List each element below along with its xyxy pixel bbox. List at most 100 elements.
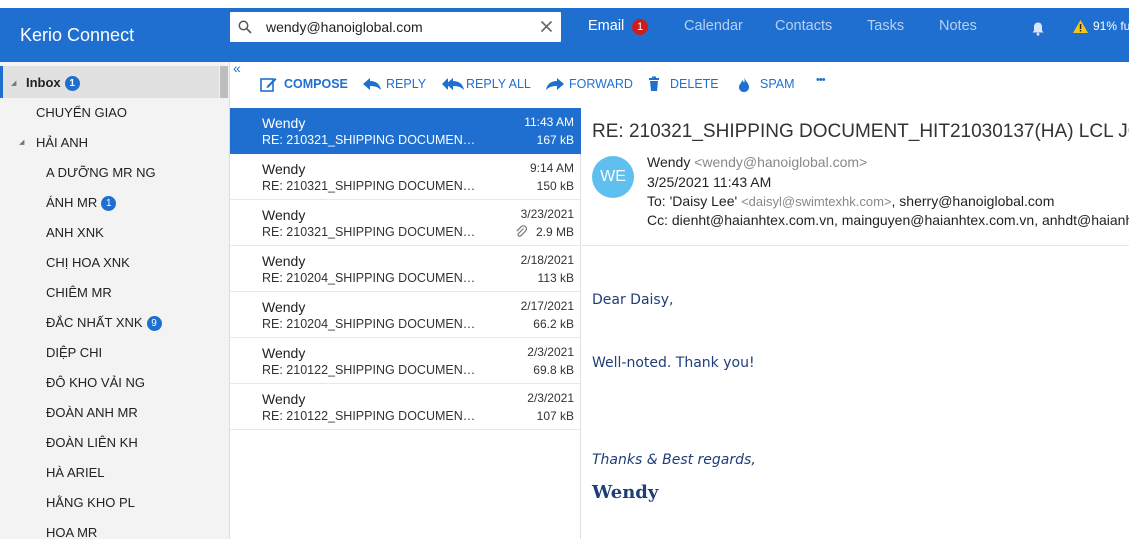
- sidebar-item-hang-kho-pl[interactable]: HẰNG KHO PL: [46, 495, 135, 510]
- body-greeting: Dear Daisy,: [592, 292, 674, 308]
- header-divider: [582, 245, 1129, 246]
- message-subject: RE: 210321_SHIPPING DOCUMENT_HIT21030137…: [262, 225, 477, 239]
- to-recipient-email[interactable]: <daisyl@swimtexhk.com>: [741, 194, 891, 209]
- message-row[interactable]: Wendy RE: 210122_SHIPPING DOCUMENT_HIT21…: [230, 338, 581, 384]
- spam-button[interactable]: SPAM: [739, 77, 795, 92]
- to-recipient[interactable]: To: 'Daisy Lee': [647, 193, 737, 209]
- sidebar-item-chuyen-giao[interactable]: CHUYỂN GIAO: [36, 105, 127, 120]
- message-sender: Wendy: [262, 391, 306, 407]
- spam-label: SPAM: [760, 77, 795, 91]
- message-sender: Wendy: [262, 115, 306, 131]
- message-size: 167 kB: [536, 133, 574, 147]
- message-sender: Wendy: [262, 345, 306, 361]
- reply-all-label: REPLY ALL: [466, 77, 531, 91]
- tab-calendar[interactable]: Calendar: [684, 18, 743, 34]
- app-title: Kerio Connect: [20, 25, 135, 45]
- message-row[interactable]: Wendy RE: 210122_SHIPPING DOCUMENT_HIT21…: [230, 384, 581, 430]
- sidebar-item-hai-anh[interactable]: HẢI ANH: [36, 135, 88, 150]
- sender-name[interactable]: Wendy: [647, 154, 690, 170]
- sidebar-item-inbox-label[interactable]: Inbox 1: [26, 75, 80, 91]
- delete-button[interactable]: DELETE: [649, 76, 719, 91]
- sidebar-item-dac-nhat-xnk[interactable]: ĐẮC NHẤT XNK 9: [46, 315, 162, 331]
- tab-email[interactable]: Email: [588, 18, 624, 34]
- tab-tasks[interactable]: Tasks: [867, 18, 904, 34]
- message-list: Wendy RE: 210321_SHIPPING DOCUMENT_HIT21…: [230, 108, 581, 539]
- message-sender: Wendy: [262, 207, 306, 223]
- sender-line: Wendy <wendy@hanoiglobal.com>: [647, 154, 867, 170]
- sidebar-item-doan-lien-kh[interactable]: ĐOÀN LIÊN KH: [46, 435, 138, 450]
- message-row[interactable]: Wendy RE: 210321_SHIPPING DOCUMENT_HIT21…: [230, 200, 581, 246]
- collapse-sidebar-icon[interactable]: «: [233, 60, 241, 76]
- reply-all-button[interactable]: REPLY ALL: [442, 77, 531, 91]
- warning-icon[interactable]: [1072, 19, 1089, 39]
- sender-email[interactable]: <wendy@hanoiglobal.com>: [694, 154, 867, 170]
- message-date: 2/3/2021: [527, 345, 574, 359]
- body-text: Well-noted. Thank you!: [592, 355, 755, 371]
- sidebar-item-anh-xnk[interactable]: ANH XNK: [46, 225, 104, 240]
- body-signature: Wendy: [592, 482, 659, 503]
- folder-unread-badge: 1: [101, 196, 117, 211]
- folder-label: ÁNH MR: [46, 195, 98, 210]
- inbox-label: Inbox: [26, 75, 61, 90]
- cc-line[interactable]: Cc: dienht@haianhtex.com.vn, mainguyen@h…: [647, 212, 1129, 228]
- reply-button[interactable]: REPLY: [363, 77, 427, 91]
- sidebar-item-anh-mr[interactable]: ÁNH MR 1: [46, 195, 117, 211]
- sidebar-scrollbar[interactable]: [220, 66, 228, 98]
- quota-status[interactable]: 91% fu: [1093, 19, 1129, 33]
- tab-contacts[interactable]: Contacts: [775, 18, 832, 34]
- message-date: 2/3/2021: [527, 391, 574, 405]
- bell-icon[interactable]: [1031, 21, 1045, 41]
- message-row[interactable]: Wendy RE: 210204_SHIPPING DOCUMENT_HIT21…: [230, 292, 581, 338]
- to-recipient-other[interactable]: , sherry@hanoiglobal.com: [892, 193, 1055, 209]
- message-date: 3/23/2021: [520, 207, 574, 221]
- message-date: 9:14 AM: [529, 161, 574, 175]
- search-icon: [238, 20, 252, 39]
- message-subject: RE: 210321_SHIPPING DOCUMENT_HIT21030137…: [262, 133, 477, 147]
- message-date: 2/18/2021: [520, 253, 574, 267]
- delete-label: DELETE: [670, 77, 719, 91]
- to-line: To: 'Daisy Lee' <daisyl@swimtexhk.com>, …: [647, 193, 1054, 209]
- forward-label: FORWARD: [569, 77, 633, 91]
- message-size: 69.8 kB: [533, 363, 574, 377]
- folder-label: ĐẮC NHẤT XNK: [46, 315, 143, 330]
- message-date: 2/17/2021: [520, 299, 574, 313]
- message-subject: RE: 210122_SHIPPING DOCUMENT_HIT21010098: [262, 409, 477, 423]
- message-date: 11:43 AM: [524, 115, 574, 129]
- message-subject: RE: 210122_SHIPPING DOCUMENT_HIT21010098: [262, 363, 477, 377]
- message-size: 150 kB: [536, 179, 574, 193]
- folder-sidebar: [0, 62, 230, 539]
- top-bar: Kerio Connect: [0, 8, 1129, 62]
- message-subject: RE: 210321_SHIPPING DOCUMENT_HIT21030137…: [262, 179, 477, 193]
- attachment-icon: [515, 225, 528, 243]
- message-sender: Wendy: [262, 299, 306, 315]
- tab-notes[interactable]: Notes: [939, 18, 977, 34]
- sidebar-item-chiem-mr[interactable]: CHIÊM MR: [46, 285, 112, 300]
- sidebar-item-do-kho-vai-ng[interactable]: ĐÔ KHO VẢI NG: [46, 375, 145, 390]
- message-row[interactable]: Wendy RE: 210321_SHIPPING DOCUMENT_HIT21…: [230, 108, 581, 154]
- more-actions-button[interactable]: •••: [816, 74, 826, 86]
- search-input[interactable]: wendy@hanoiglobal.com: [266, 19, 423, 35]
- message-row[interactable]: Wendy RE: 210204_SHIPPING DOCUMENT_HIT21…: [230, 246, 581, 292]
- folder-unread-badge: 9: [146, 316, 162, 331]
- compose-label: COMPOSE: [284, 77, 348, 91]
- sidebar-item-ha-ariel[interactable]: HÀ ARIEL: [46, 465, 105, 480]
- forward-button[interactable]: FORWARD: [546, 77, 633, 91]
- avatar: WE: [592, 156, 634, 198]
- sidebar-item-hoa-mr[interactable]: HOA MR: [46, 525, 97, 539]
- reply-label: REPLY: [386, 77, 427, 91]
- message-row[interactable]: Wendy RE: 210321_SHIPPING DOCUMENT_HIT21…: [230, 154, 581, 200]
- message-sender: Wendy: [262, 161, 306, 177]
- expand-hai-anh-icon[interactable]: ◢: [19, 138, 24, 146]
- sidebar-item-a-duong-mr-ng[interactable]: A DƯỠNG MR NG: [46, 165, 156, 180]
- expand-inbox-icon[interactable]: ◢: [11, 79, 16, 87]
- email-subject: RE: 210321_SHIPPING DOCUMENT_HIT21030137…: [592, 121, 1129, 142]
- email-unread-badge: 1: [632, 19, 648, 35]
- clear-search-icon[interactable]: [540, 20, 553, 38]
- sidebar-item-diep-chi[interactable]: DIỆP CHI: [46, 345, 102, 360]
- sidebar-item-doan-anh-mr[interactable]: ĐOÀN ANH MR: [46, 405, 138, 420]
- compose-button[interactable]: COMPOSE: [260, 77, 348, 92]
- search-box[interactable]: wendy@hanoiglobal.com: [230, 12, 561, 42]
- message-size: 66.2 kB: [533, 317, 574, 331]
- sidebar-item-chi-hoa-xnk[interactable]: CHỊ HOA XNK: [46, 255, 130, 270]
- inbox-unread-badge: 1: [64, 76, 80, 91]
